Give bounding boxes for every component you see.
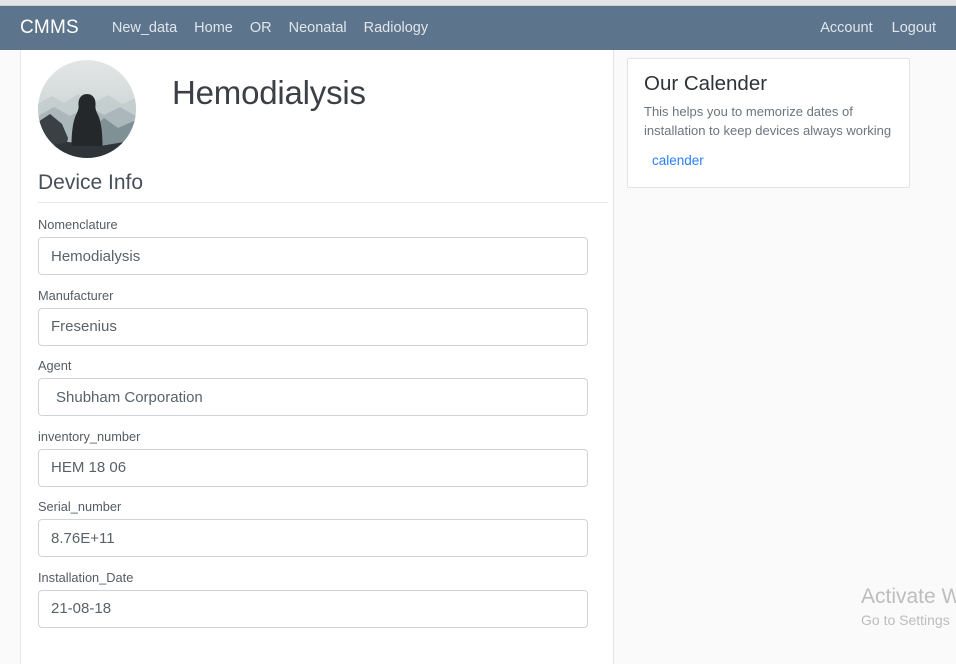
- section-divider: [38, 202, 608, 203]
- label-installation-date: Installation_Date: [38, 569, 134, 585]
- nav-link-account[interactable]: Account: [820, 20, 872, 36]
- nav-link-new-data[interactable]: New_data: [112, 20, 177, 36]
- field-manufacturer: Manufacturer: [38, 288, 608, 346]
- mountain-silhouette-avatar-icon: [38, 60, 136, 158]
- avatar: [38, 60, 136, 158]
- nav-links: New_data Home OR Neonatal Radiology: [112, 20, 428, 36]
- calendar-link-wrap: calender: [644, 152, 893, 170]
- calendar-link[interactable]: calender: [652, 153, 704, 168]
- nav-link-logout[interactable]: Logout: [892, 20, 936, 36]
- calendar-card-title: Our Calender: [644, 72, 768, 95]
- calendar-card-description: This helps you to memorize dates of inst…: [644, 104, 892, 139]
- label-agent: Agent: [38, 358, 72, 373]
- nav-link-neonatal[interactable]: Neonatal: [289, 20, 347, 36]
- brand-cmms[interactable]: CMMS: [20, 17, 79, 39]
- page-title: Hemodialysis: [172, 74, 366, 111]
- main-content-column: Hemodialysis Device Info Nomenclature Ma…: [21, 50, 613, 664]
- page-body: Hemodialysis Device Info Nomenclature Ma…: [0, 50, 956, 664]
- device-info-section-header: Device Info: [38, 171, 608, 203]
- input-inventory-number[interactable]: [38, 448, 588, 487]
- right-sidebar: Our Calender This helps you to memorize …: [614, 50, 956, 664]
- field-installation-date: Installation_Date: [38, 570, 608, 628]
- nav-link-or[interactable]: OR: [250, 20, 272, 36]
- device-header: Hemodialysis: [38, 60, 598, 160]
- input-installation-date[interactable]: [38, 589, 588, 628]
- field-agent: Agent: [38, 358, 608, 416]
- section-heading: Device Info: [38, 171, 144, 194]
- field-inventory-number: inventory_number: [38, 429, 608, 487]
- input-serial-number[interactable]: [38, 519, 588, 557]
- label-nomenclature: Nomenclature: [38, 217, 118, 232]
- input-manufacturer[interactable]: [38, 307, 588, 346]
- label-serial-number: Serial_number: [38, 499, 122, 514]
- field-serial-number: Serial_number: [38, 499, 608, 557]
- input-nomenclature[interactable]: [38, 237, 588, 275]
- nav-link-home[interactable]: Home: [194, 20, 233, 36]
- nav-link-radiology[interactable]: Radiology: [364, 20, 429, 36]
- nav-right-links: Account Logout: [820, 20, 936, 36]
- device-info-form: Nomenclature Manufacturer Agent inventor…: [38, 217, 608, 640]
- field-nomenclature: Nomenclature: [38, 217, 608, 275]
- input-agent[interactable]: [38, 378, 588, 416]
- calendar-card: Our Calender This helps you to memorize …: [627, 58, 910, 189]
- label-manufacturer: Manufacturer: [38, 287, 114, 303]
- top-navbar: CMMS New_data Home OR Neonatal Radiology…: [0, 6, 956, 50]
- label-inventory-number: inventory_number: [38, 428, 141, 444]
